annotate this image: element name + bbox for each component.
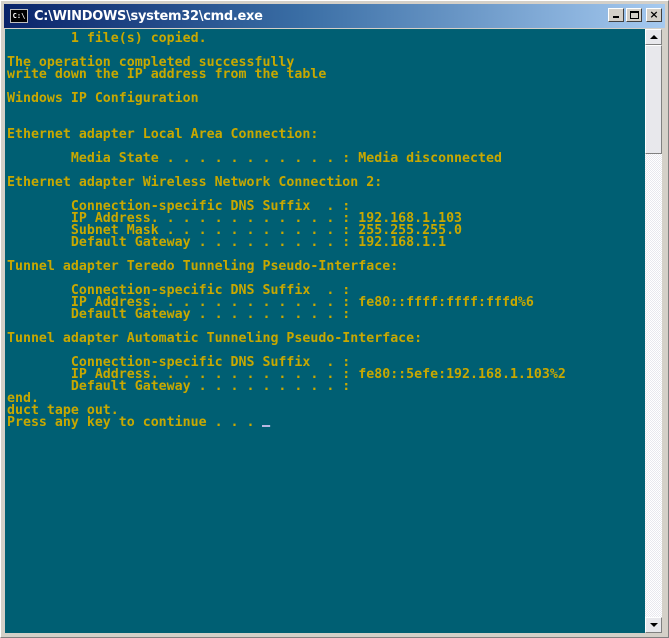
console-text: 1 file(s) copied. The operation complete… xyxy=(7,32,566,429)
window-title: C:\WINDOWS\system32\cmd.exe xyxy=(34,8,263,24)
scroll-down-button[interactable] xyxy=(645,617,662,633)
title-bar[interactable]: C:\ C:\WINDOWS\system32\cmd.exe × xyxy=(4,4,665,28)
console-line: Tunnel adapter Automatic Tunneling Pseud… xyxy=(7,331,423,346)
minimize-icon xyxy=(613,16,619,18)
console-line: Ethernet adapter Wireless Network Connec… xyxy=(7,175,383,190)
console-line: Windows IP Configuration xyxy=(7,91,199,106)
close-icon: × xyxy=(649,8,659,21)
maximize-button[interactable] xyxy=(626,8,642,22)
console-line: write down the IP address from the table xyxy=(7,67,327,82)
scrollbar-thumb[interactable] xyxy=(645,45,662,154)
console-line: Tunnel adapter Teredo Tunneling Pseudo-I… xyxy=(7,259,399,274)
console-line: Media State . . . . . . . . . . . : Medi… xyxy=(7,151,502,166)
console-line: Ethernet adapter Local Area Connection: xyxy=(7,127,319,142)
console-line: Default Gateway . . . . . . . . . : 192.… xyxy=(7,235,447,250)
scroll-up-button[interactable] xyxy=(645,29,662,45)
console-line: 1 file(s) copied. xyxy=(7,31,207,46)
minimize-button[interactable] xyxy=(608,8,624,22)
console-icon[interactable]: C:\ xyxy=(10,9,28,23)
arrow-down-icon xyxy=(650,623,658,627)
console-output[interactable]: 1 file(s) copied. The operation complete… xyxy=(5,29,645,633)
cmd-window: C:\ C:\WINDOWS\system32\cmd.exe × 1 file… xyxy=(0,0,669,638)
close-button[interactable]: × xyxy=(646,8,662,22)
maximize-icon xyxy=(630,11,639,19)
console-line: Default Gateway . . . . . . . . . : xyxy=(7,379,351,394)
text-cursor xyxy=(262,425,271,427)
vertical-scrollbar[interactable] xyxy=(645,29,662,633)
console-line: Default Gateway . . . . . . . . . : xyxy=(7,307,351,322)
caption-buttons: × xyxy=(608,8,662,22)
arrow-up-icon xyxy=(650,35,658,39)
console-line: Press any key to continue . . . xyxy=(7,416,566,429)
